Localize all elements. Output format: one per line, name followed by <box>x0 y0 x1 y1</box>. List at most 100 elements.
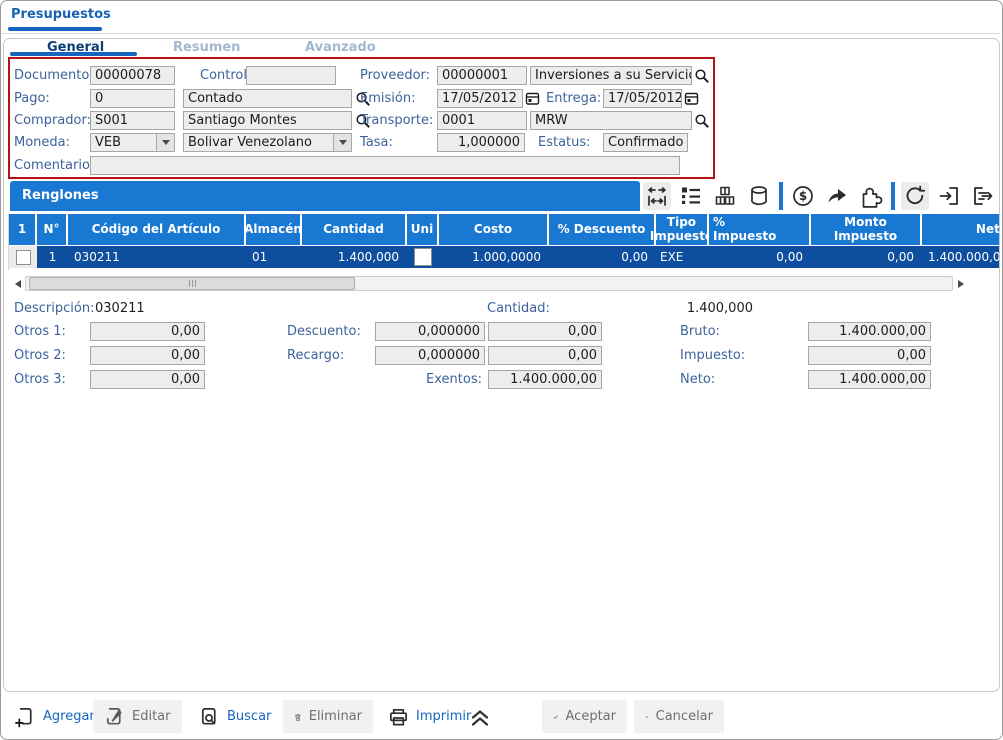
row-select-checkbox[interactable] <box>16 250 31 265</box>
bruto-label: Bruto: <box>680 322 720 341</box>
grid-header-monto-impuesto[interactable]: Monto Impuesto <box>811 214 922 245</box>
pago-code-field[interactable]: 0 <box>90 89 175 108</box>
grid-header-cantidad[interactable]: Cantidad <box>302 214 407 245</box>
chevron-down-icon <box>162 140 170 145</box>
grid-header-sel[interactable]: 1 <box>9 214 37 245</box>
descuento-pct-field[interactable]: 0,000000 <box>375 322 485 341</box>
grid-header-costo[interactable]: Costo <box>439 214 549 245</box>
cell-costo[interactable]: 1.000,0000 <box>439 246 549 268</box>
thumb-grip <box>189 280 190 287</box>
moneda-code-dropdown-button[interactable] <box>156 134 174 151</box>
window-title[interactable]: Presupuestos <box>11 7 111 22</box>
grid-header-almacen[interactable]: Almacén <box>246 214 302 245</box>
aceptar-label: Aceptar <box>566 709 616 724</box>
otros1-label: Otros 1: <box>14 322 66 341</box>
scroll-left-arrow[interactable] <box>10 276 25 292</box>
cell-cantidad[interactable]: 1.400,000 <box>302 246 407 268</box>
comprador-code-field[interactable]: S001 <box>90 111 175 130</box>
proveedor-name-field[interactable]: Inversiones a su Servicio <box>530 66 692 85</box>
thumb-grip <box>195 280 196 287</box>
editar-label: Editar <box>132 709 171 724</box>
scroll-right-arrow[interactable] <box>953 276 968 292</box>
agregar-button[interactable]: Agregar <box>4 700 106 733</box>
grid-header-numero[interactable]: N° <box>37 214 68 245</box>
comprador-name-field[interactable]: Santiago Montes <box>183 111 352 130</box>
entrega-calendar-icon[interactable] <box>683 90 700 107</box>
scrollbar-track[interactable] <box>25 276 953 291</box>
cell-tipo-impuesto[interactable]: EXE <box>656 246 709 268</box>
export-icon[interactable] <box>969 182 997 210</box>
grid-header-descuento[interactable]: % Descuento <box>549 214 656 245</box>
impuesto-field[interactable]: 0,00 <box>808 346 931 365</box>
transporte-name-field[interactable]: MRW <box>530 111 692 130</box>
transporte-search-icon[interactable] <box>693 112 710 129</box>
control-field[interactable] <box>246 66 336 85</box>
currency-dollar-icon[interactable]: $ <box>789 182 817 210</box>
comentario-field[interactable] <box>90 156 680 175</box>
grid-header-codigo[interactable]: Código del Artículo <box>68 214 246 245</box>
row-select-cell[interactable] <box>9 246 37 268</box>
tasa-field[interactable]: 1,000000 <box>437 133 525 152</box>
grid-header-uni[interactable]: Uni <box>407 214 439 245</box>
recargo-pct-field[interactable]: 0,000000 <box>375 346 485 365</box>
moneda-name-dropdown-button[interactable] <box>333 134 351 151</box>
proveedor-search-icon[interactable] <box>693 67 710 84</box>
cancelar-button[interactable]: Cancelar <box>634 700 724 733</box>
tab-avanzado[interactable]: Avanzado <box>305 40 376 55</box>
moneda-code-value: VEB <box>95 134 121 151</box>
moneda-code-select[interactable]: VEB <box>90 133 175 152</box>
aceptar-button[interactable]: Aceptar <box>542 700 627 733</box>
estatus-label: Estatus: <box>538 133 591 152</box>
autofit-columns-icon[interactable] <box>643 182 671 210</box>
otros3-field[interactable]: 0,00 <box>90 370 205 389</box>
packages-icon[interactable] <box>711 182 739 210</box>
editar-button[interactable]: Editar <box>93 700 182 733</box>
cell-numero[interactable]: 1 <box>37 246 68 268</box>
forward-arrow-icon[interactable] <box>823 182 851 210</box>
collapse-toolbar-button[interactable] <box>464 700 496 733</box>
eliminar-button[interactable]: Eliminar <box>283 700 373 733</box>
bruto-field[interactable]: 1.400.000,00 <box>808 322 931 341</box>
tab-resumen[interactable]: Resumen <box>173 40 240 55</box>
pago-name-field[interactable]: Contado <box>183 89 352 108</box>
emision-field[interactable]: 17/05/2012 <box>437 89 523 108</box>
cell-neto[interactable]: 1.400.000,00 <box>922 246 999 268</box>
cell-monto-impuesto[interactable]: 0,00 <box>811 246 922 268</box>
control-label: Control: <box>200 66 251 85</box>
grid-header-tipo-impuesto[interactable]: Tipo Impuesto <box>656 214 709 245</box>
transporte-code-field[interactable]: 0001 <box>437 111 527 130</box>
documento-field[interactable]: 00000078 <box>90 66 175 85</box>
cell-descuento[interactable]: 0,00 <box>549 246 656 268</box>
buscar-button[interactable]: Buscar <box>188 700 282 733</box>
plugin-puzzle-icon[interactable] <box>857 182 885 210</box>
cell-almacen[interactable]: 01 <box>246 246 302 268</box>
exentos-field[interactable]: 1.400.000,00 <box>488 370 602 389</box>
renglones-grid: 1 N° Código del Artículo Almacén Cantida… <box>8 214 999 270</box>
estatus-field[interactable]: Confirmado <box>603 133 688 152</box>
import-icon[interactable] <box>935 182 963 210</box>
tab-general-underline <box>10 52 137 56</box>
moneda-name-select[interactable]: Bolivar Venezolano <box>183 133 352 152</box>
grid-horizontal-scrollbar[interactable] <box>10 275 968 292</box>
grid-row-selected[interactable]: 1 030211 01 1.400,000 1.000,0000 0,00 EX… <box>9 246 999 268</box>
refresh-icon[interactable] <box>901 182 929 210</box>
otros1-field[interactable]: 0,00 <box>90 322 205 341</box>
recargo-label: Recargo: <box>287 346 344 365</box>
grid-header-neto[interactable]: Neto <box>922 214 999 245</box>
emision-calendar-icon[interactable] <box>524 90 541 107</box>
proveedor-code-field[interactable]: 00000001 <box>437 66 527 85</box>
list-details-icon[interactable] <box>677 182 705 210</box>
neto-field[interactable]: 1.400.000,00 <box>808 370 931 389</box>
descuento-monto-field[interactable]: 0,00 <box>488 322 602 341</box>
uni-checkbox[interactable] <box>414 248 432 266</box>
cell-pct-impuesto[interactable]: 0,00 <box>709 246 811 268</box>
search-document-icon <box>199 706 220 728</box>
cell-codigo[interactable]: 030211 <box>68 246 246 268</box>
scrollbar-thumb[interactable] <box>29 277 355 290</box>
grid-header-pct-impuesto[interactable]: % Impuesto <box>709 214 811 245</box>
recargo-monto-field[interactable]: 0,00 <box>488 346 602 365</box>
cell-uni[interactable] <box>407 246 439 268</box>
entrega-field[interactable]: 17/05/2012 <box>603 89 682 108</box>
database-icon[interactable] <box>745 182 773 210</box>
otros2-field[interactable]: 0,00 <box>90 346 205 365</box>
